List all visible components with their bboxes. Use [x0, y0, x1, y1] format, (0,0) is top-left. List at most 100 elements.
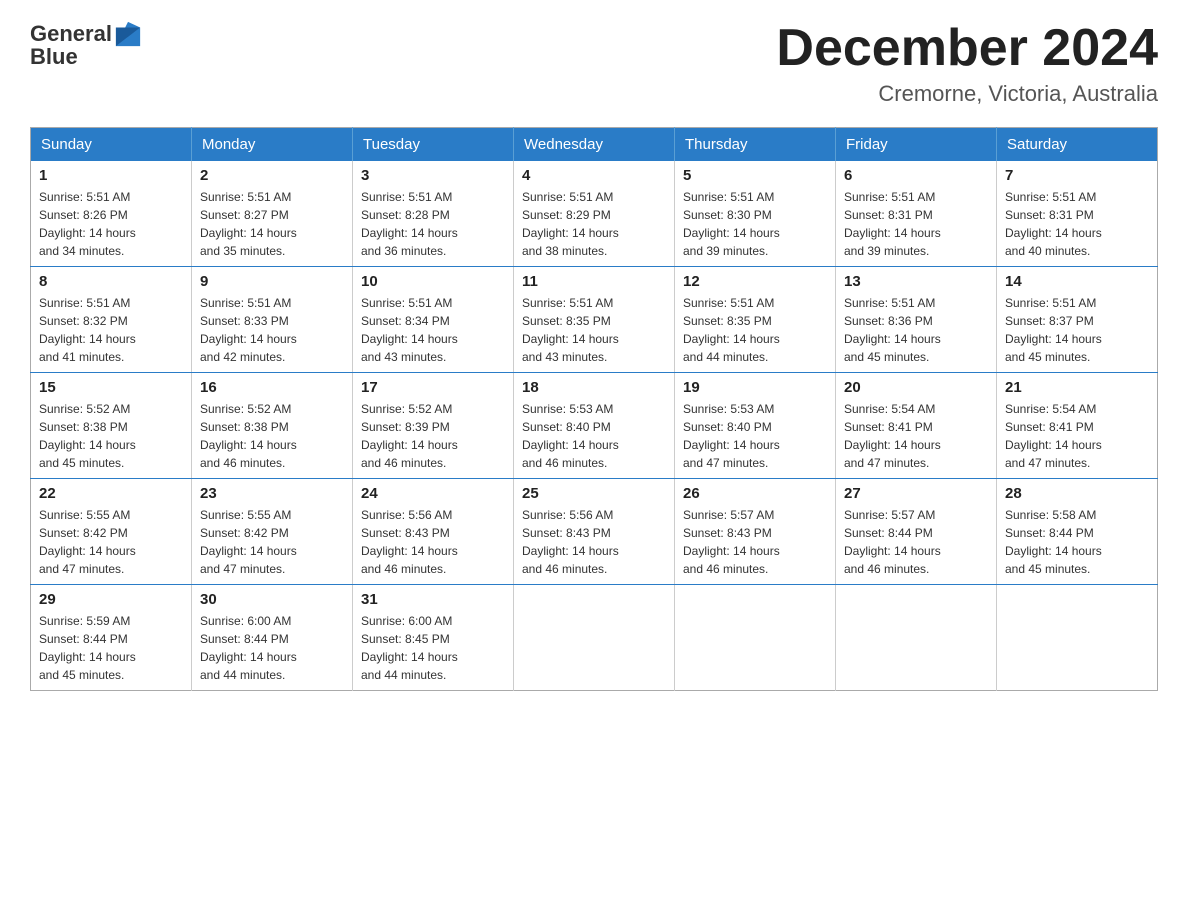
- day-info: Sunrise: 5:54 AM Sunset: 8:41 PM Dayligh…: [1005, 400, 1149, 472]
- calendar-week-row: 22 Sunrise: 5:55 AM Sunset: 8:42 PM Dayl…: [31, 479, 1158, 585]
- day-info: Sunrise: 5:57 AM Sunset: 8:44 PM Dayligh…: [844, 506, 988, 578]
- day-info: Sunrise: 5:53 AM Sunset: 8:40 PM Dayligh…: [522, 400, 666, 472]
- calendar-week-row: 8 Sunrise: 5:51 AM Sunset: 8:32 PM Dayli…: [31, 267, 1158, 373]
- table-row: [997, 585, 1158, 691]
- calendar-week-row: 1 Sunrise: 5:51 AM Sunset: 8:26 PM Dayli…: [31, 161, 1158, 267]
- day-info: Sunrise: 5:51 AM Sunset: 8:33 PM Dayligh…: [200, 294, 344, 366]
- table-row: 3 Sunrise: 5:51 AM Sunset: 8:28 PM Dayli…: [353, 161, 514, 267]
- day-number: 9: [200, 273, 344, 290]
- day-info: Sunrise: 5:51 AM Sunset: 8:30 PM Dayligh…: [683, 188, 827, 260]
- table-row: 28 Sunrise: 5:58 AM Sunset: 8:44 PM Dayl…: [997, 479, 1158, 585]
- location-subtitle: Cremorne, Victoria, Australia: [776, 81, 1158, 107]
- day-info: Sunrise: 5:51 AM Sunset: 8:35 PM Dayligh…: [522, 294, 666, 366]
- day-info: Sunrise: 5:52 AM Sunset: 8:39 PM Dayligh…: [361, 400, 505, 472]
- day-number: 25: [522, 485, 666, 502]
- day-info: Sunrise: 5:51 AM Sunset: 8:26 PM Dayligh…: [39, 188, 183, 260]
- day-info: Sunrise: 5:53 AM Sunset: 8:40 PM Dayligh…: [683, 400, 827, 472]
- day-number: 16: [200, 379, 344, 396]
- table-row: 24 Sunrise: 5:56 AM Sunset: 8:43 PM Dayl…: [353, 479, 514, 585]
- day-number: 23: [200, 485, 344, 502]
- logo-icon: [114, 20, 142, 48]
- col-wednesday: Wednesday: [514, 128, 675, 162]
- day-number: 11: [522, 273, 666, 290]
- col-thursday: Thursday: [675, 128, 836, 162]
- page-header: General Blue December 2024 Cremorne, Vic…: [30, 20, 1158, 107]
- table-row: 18 Sunrise: 5:53 AM Sunset: 8:40 PM Dayl…: [514, 373, 675, 479]
- table-row: 16 Sunrise: 5:52 AM Sunset: 8:38 PM Dayl…: [192, 373, 353, 479]
- day-info: Sunrise: 6:00 AM Sunset: 8:45 PM Dayligh…: [361, 612, 505, 684]
- day-info: Sunrise: 5:59 AM Sunset: 8:44 PM Dayligh…: [39, 612, 183, 684]
- table-row: 23 Sunrise: 5:55 AM Sunset: 8:42 PM Dayl…: [192, 479, 353, 585]
- day-number: 3: [361, 167, 505, 184]
- table-row: 5 Sunrise: 5:51 AM Sunset: 8:30 PM Dayli…: [675, 161, 836, 267]
- day-number: 22: [39, 485, 183, 502]
- table-row: [675, 585, 836, 691]
- day-info: Sunrise: 5:55 AM Sunset: 8:42 PM Dayligh…: [39, 506, 183, 578]
- table-row: 29 Sunrise: 5:59 AM Sunset: 8:44 PM Dayl…: [31, 585, 192, 691]
- day-info: Sunrise: 5:51 AM Sunset: 8:32 PM Dayligh…: [39, 294, 183, 366]
- day-number: 14: [1005, 273, 1149, 290]
- day-number: 7: [1005, 167, 1149, 184]
- table-row: 9 Sunrise: 5:51 AM Sunset: 8:33 PM Dayli…: [192, 267, 353, 373]
- col-saturday: Saturday: [997, 128, 1158, 162]
- day-info: Sunrise: 5:51 AM Sunset: 8:35 PM Dayligh…: [683, 294, 827, 366]
- table-row: 12 Sunrise: 5:51 AM Sunset: 8:35 PM Dayl…: [675, 267, 836, 373]
- day-info: Sunrise: 5:55 AM Sunset: 8:42 PM Dayligh…: [200, 506, 344, 578]
- day-info: Sunrise: 6:00 AM Sunset: 8:44 PM Dayligh…: [200, 612, 344, 684]
- day-info: Sunrise: 5:51 AM Sunset: 8:36 PM Dayligh…: [844, 294, 988, 366]
- day-number: 27: [844, 485, 988, 502]
- day-info: Sunrise: 5:52 AM Sunset: 8:38 PM Dayligh…: [200, 400, 344, 472]
- day-info: Sunrise: 5:51 AM Sunset: 8:34 PM Dayligh…: [361, 294, 505, 366]
- table-row: 17 Sunrise: 5:52 AM Sunset: 8:39 PM Dayl…: [353, 373, 514, 479]
- col-friday: Friday: [836, 128, 997, 162]
- day-number: 31: [361, 591, 505, 608]
- calendar-header-row: Sunday Monday Tuesday Wednesday Thursday…: [31, 128, 1158, 162]
- table-row: 8 Sunrise: 5:51 AM Sunset: 8:32 PM Dayli…: [31, 267, 192, 373]
- day-info: Sunrise: 5:51 AM Sunset: 8:28 PM Dayligh…: [361, 188, 505, 260]
- table-row: 10 Sunrise: 5:51 AM Sunset: 8:34 PM Dayl…: [353, 267, 514, 373]
- day-number: 10: [361, 273, 505, 290]
- day-number: 19: [683, 379, 827, 396]
- logo-text-blue: Blue: [30, 44, 78, 70]
- col-sunday: Sunday: [31, 128, 192, 162]
- table-row: 26 Sunrise: 5:57 AM Sunset: 8:43 PM Dayl…: [675, 479, 836, 585]
- col-tuesday: Tuesday: [353, 128, 514, 162]
- day-number: 26: [683, 485, 827, 502]
- day-info: Sunrise: 5:56 AM Sunset: 8:43 PM Dayligh…: [361, 506, 505, 578]
- day-info: Sunrise: 5:52 AM Sunset: 8:38 PM Dayligh…: [39, 400, 183, 472]
- table-row: 19 Sunrise: 5:53 AM Sunset: 8:40 PM Dayl…: [675, 373, 836, 479]
- table-row: 25 Sunrise: 5:56 AM Sunset: 8:43 PM Dayl…: [514, 479, 675, 585]
- day-number: 8: [39, 273, 183, 290]
- day-info: Sunrise: 5:51 AM Sunset: 8:27 PM Dayligh…: [200, 188, 344, 260]
- table-row: 30 Sunrise: 6:00 AM Sunset: 8:44 PM Dayl…: [192, 585, 353, 691]
- table-row: 14 Sunrise: 5:51 AM Sunset: 8:37 PM Dayl…: [997, 267, 1158, 373]
- day-number: 2: [200, 167, 344, 184]
- day-number: 15: [39, 379, 183, 396]
- day-number: 28: [1005, 485, 1149, 502]
- calendar-week-row: 15 Sunrise: 5:52 AM Sunset: 8:38 PM Dayl…: [31, 373, 1158, 479]
- table-row: 20 Sunrise: 5:54 AM Sunset: 8:41 PM Dayl…: [836, 373, 997, 479]
- day-number: 29: [39, 591, 183, 608]
- day-info: Sunrise: 5:51 AM Sunset: 8:31 PM Dayligh…: [1005, 188, 1149, 260]
- table-row: 2 Sunrise: 5:51 AM Sunset: 8:27 PM Dayli…: [192, 161, 353, 267]
- day-info: Sunrise: 5:51 AM Sunset: 8:37 PM Dayligh…: [1005, 294, 1149, 366]
- month-year-title: December 2024: [776, 20, 1158, 77]
- table-row: [836, 585, 997, 691]
- table-row: 31 Sunrise: 6:00 AM Sunset: 8:45 PM Dayl…: [353, 585, 514, 691]
- calendar-table: Sunday Monday Tuesday Wednesday Thursday…: [30, 127, 1158, 691]
- day-number: 1: [39, 167, 183, 184]
- table-row: 27 Sunrise: 5:57 AM Sunset: 8:44 PM Dayl…: [836, 479, 997, 585]
- day-info: Sunrise: 5:51 AM Sunset: 8:29 PM Dayligh…: [522, 188, 666, 260]
- day-number: 30: [200, 591, 344, 608]
- day-number: 24: [361, 485, 505, 502]
- table-row: 7 Sunrise: 5:51 AM Sunset: 8:31 PM Dayli…: [997, 161, 1158, 267]
- table-row: [514, 585, 675, 691]
- day-number: 17: [361, 379, 505, 396]
- table-row: 15 Sunrise: 5:52 AM Sunset: 8:38 PM Dayl…: [31, 373, 192, 479]
- day-info: Sunrise: 5:58 AM Sunset: 8:44 PM Dayligh…: [1005, 506, 1149, 578]
- calendar-week-row: 29 Sunrise: 5:59 AM Sunset: 8:44 PM Dayl…: [31, 585, 1158, 691]
- table-row: 1 Sunrise: 5:51 AM Sunset: 8:26 PM Dayli…: [31, 161, 192, 267]
- title-area: December 2024 Cremorne, Victoria, Austra…: [776, 20, 1158, 107]
- day-number: 21: [1005, 379, 1149, 396]
- day-info: Sunrise: 5:57 AM Sunset: 8:43 PM Dayligh…: [683, 506, 827, 578]
